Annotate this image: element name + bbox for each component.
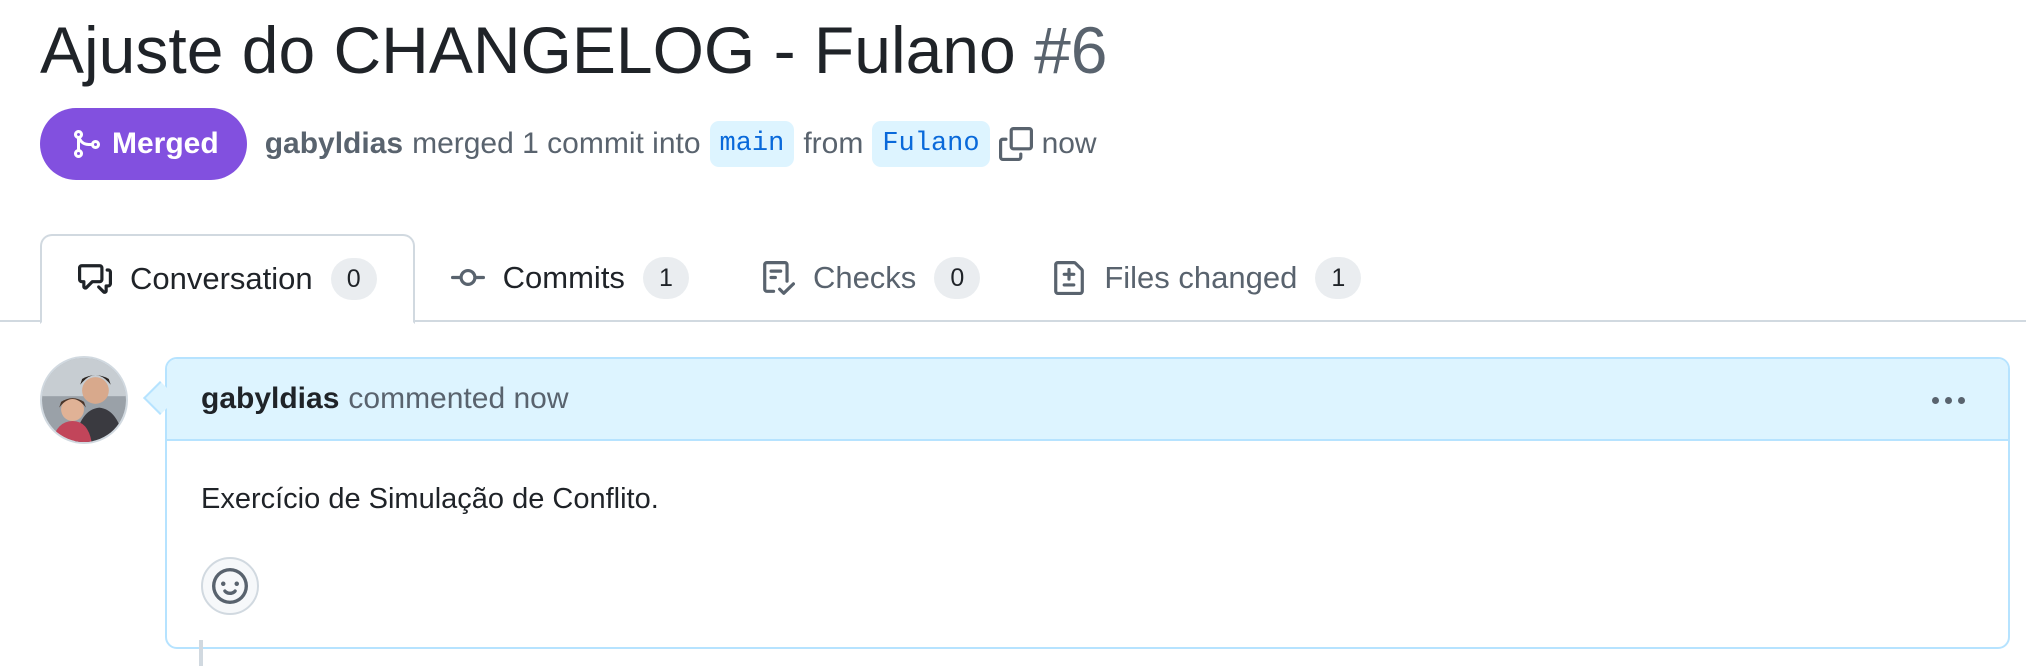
- tab-checks-label: Checks: [812, 260, 917, 295]
- tab-conversation[interactable]: Conversation 0: [40, 234, 415, 324]
- comment-action[interactable]: commented now: [348, 382, 568, 416]
- head-branch-label[interactable]: Fulano: [872, 121, 990, 167]
- timeline-connector: [199, 640, 203, 666]
- tab-checks-count: 0: [934, 257, 981, 299]
- avatar[interactable]: [40, 356, 128, 444]
- base-branch-label[interactable]: main: [709, 121, 795, 167]
- copy-icon: [998, 127, 1033, 161]
- tab-checks[interactable]: Checks 0: [725, 234, 1016, 322]
- pr-tabs: Conversation 0 Commits 1 Checks 0 Files …: [40, 234, 1397, 324]
- git-merge-icon: [74, 130, 101, 158]
- tab-files-changed-label: Files changed: [1104, 260, 1298, 295]
- avatar-photo: [42, 358, 126, 442]
- comment-header: gabyldias commented now: [167, 359, 2008, 441]
- comment-box: gabyldias commented now Exercício de Sim…: [165, 357, 2010, 649]
- checklist-icon: [763, 261, 795, 295]
- merged-state-badge: Merged: [40, 108, 247, 180]
- pr-title: Ajuste do CHANGELOG - Fulano #6: [40, 6, 1108, 94]
- kebab-horizontal-icon[interactable]: [1926, 381, 1970, 419]
- pr-title-text: Ajuste do CHANGELOG - Fulano: [40, 13, 1016, 87]
- comment-body: Exercício de Simulação de Conflito.: [201, 483, 659, 515]
- merge-action-text: merged 1 commit into: [412, 127, 701, 160]
- git-commit-icon: [450, 268, 485, 286]
- tab-commits-count: 1: [642, 257, 689, 299]
- comment-author-link[interactable]: gabyldias: [201, 382, 339, 416]
- tab-files-changed[interactable]: Files changed 1: [1016, 234, 1397, 322]
- tab-files-changed-count: 1: [1315, 257, 1362, 299]
- copy-branch-button[interactable]: [998, 127, 1033, 161]
- smiley-icon: [212, 568, 248, 604]
- file-diff-icon: [1054, 261, 1085, 295]
- tab-commits-label: Commits: [502, 260, 625, 295]
- merged-state-label: Merged: [112, 127, 219, 160]
- tab-conversation-label: Conversation: [130, 261, 313, 296]
- merge-time: now: [1041, 127, 1097, 160]
- pr-meta: Merged gabyldias merged 1 commit into ma…: [40, 108, 1106, 180]
- tab-conversation-count: 0: [330, 258, 377, 300]
- merger-author-link[interactable]: gabyldias: [265, 127, 403, 161]
- comment-discussion-icon: [78, 264, 112, 294]
- from-text: from: [803, 127, 864, 160]
- add-reaction-button[interactable]: [201, 557, 259, 615]
- pr-number: #6: [1034, 13, 1108, 87]
- tab-commits[interactable]: Commits 1: [415, 234, 725, 322]
